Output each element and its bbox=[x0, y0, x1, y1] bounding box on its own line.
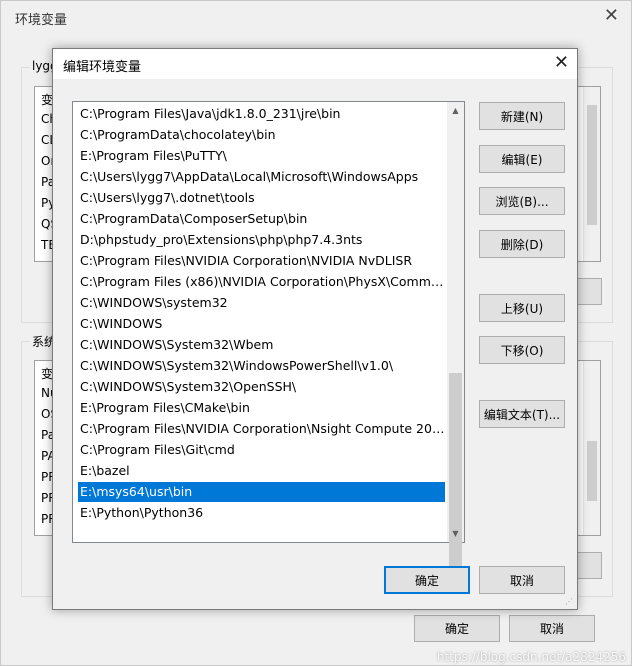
scroll-thumb[interactable] bbox=[449, 373, 462, 576]
scroll-up-icon[interactable]: ▲ bbox=[447, 102, 464, 119]
path-list-item[interactable]: C:\Program Files\NVIDIA Corporation\NVID… bbox=[78, 251, 445, 271]
parent-ok-button[interactable]: 确定 bbox=[414, 615, 500, 642]
parent-close-icon[interactable]: ✕ bbox=[604, 5, 619, 26]
ok-button[interactable]: 确定 bbox=[384, 566, 470, 594]
path-list-item[interactable]: C:\Program Files\NVIDIA Corporation\Nsig… bbox=[78, 419, 445, 439]
path-list-item[interactable]: C:\WINDOWS\System32\OpenSSH\ bbox=[78, 377, 445, 397]
move-up-button[interactable]: 上移(U) bbox=[479, 294, 565, 322]
path-list-item[interactable]: E:\Program Files\CMake\bin bbox=[78, 398, 445, 418]
path-list-item[interactable]: C:\WINDOWS\System32\Wbem bbox=[78, 335, 445, 355]
move-down-button[interactable]: 下移(O) bbox=[479, 336, 565, 364]
cancel-button[interactable]: 取消 bbox=[479, 566, 565, 594]
path-list-item[interactable]: E:\bazel bbox=[78, 461, 445, 481]
edit-text-button[interactable]: 编辑文本(T)... bbox=[479, 400, 565, 428]
path-list-item[interactable]: C:\ProgramData\chocolatey\bin bbox=[78, 125, 445, 145]
path-list-item[interactable]: C:\Users\lygg7\.dotnet\tools bbox=[78, 188, 445, 208]
path-list-item[interactable]: E:\Python\Python36 bbox=[78, 503, 445, 523]
path-list-item[interactable]: C:\WINDOWS\System32\WindowsPowerShell\v1… bbox=[78, 356, 445, 376]
dialog-title: 编辑环境变量 bbox=[63, 60, 142, 75]
path-list-item[interactable]: E:\msys64\usr\bin bbox=[78, 482, 445, 502]
edit-button[interactable]: 编辑(E) bbox=[479, 145, 565, 173]
new-button[interactable]: 新建(N) bbox=[479, 102, 565, 130]
path-list[interactable]: C:\Program Files\Java\jdk1.8.0_231\jre\b… bbox=[72, 101, 465, 576]
scroll-down-icon[interactable]: ▼ bbox=[447, 525, 464, 542]
watermark: https://blog.csdn.net/a2824256 bbox=[436, 650, 626, 664]
edit-env-var-dialog: 编辑环境变量 ✕ C:\Program Files\Java\jdk1.8.0_… bbox=[52, 48, 578, 610]
system-variables-scrollbar[interactable] bbox=[583, 361, 600, 535]
resize-grip-icon[interactable]: ⋰ bbox=[565, 597, 575, 607]
path-list-item[interactable]: C:\Program Files\Java\jdk1.8.0_231\jre\b… bbox=[78, 104, 445, 124]
dialog-titlebar: 编辑环境变量 ✕ bbox=[53, 49, 577, 79]
path-list-item[interactable]: C:\Program Files (x86)\NVIDIA Corporatio… bbox=[78, 272, 445, 292]
path-list-item[interactable]: C:\Program Files\Git\cmd bbox=[78, 440, 445, 460]
path-list-item[interactable]: E:\Program Files\PuTTY\ bbox=[78, 146, 445, 166]
user-variables-scrollbar[interactable] bbox=[583, 87, 600, 261]
path-list-item[interactable]: D:\phpstudy_pro\Extensions\php\php7.4.3n… bbox=[78, 230, 445, 250]
env-vars-window-title: 环境变量 bbox=[15, 13, 68, 28]
browse-button[interactable]: 浏览(B)... bbox=[479, 187, 565, 215]
path-list-item[interactable]: C:\ProgramData\ComposerSetup\bin bbox=[78, 209, 445, 229]
path-list-item[interactable]: C:\WINDOWS bbox=[78, 314, 445, 334]
path-list-item[interactable]: C:\WINDOWS\system32 bbox=[78, 293, 445, 313]
close-icon[interactable]: ✕ bbox=[554, 52, 569, 73]
delete-button[interactable]: 删除(D) bbox=[479, 230, 565, 258]
parent-cancel-button[interactable]: 取消 bbox=[509, 615, 595, 642]
path-list-scrollbar[interactable]: ▲ ▼ bbox=[447, 102, 464, 576]
path-list-item[interactable]: C:\Users\lygg7\AppData\Local\Microsoft\W… bbox=[78, 167, 445, 187]
